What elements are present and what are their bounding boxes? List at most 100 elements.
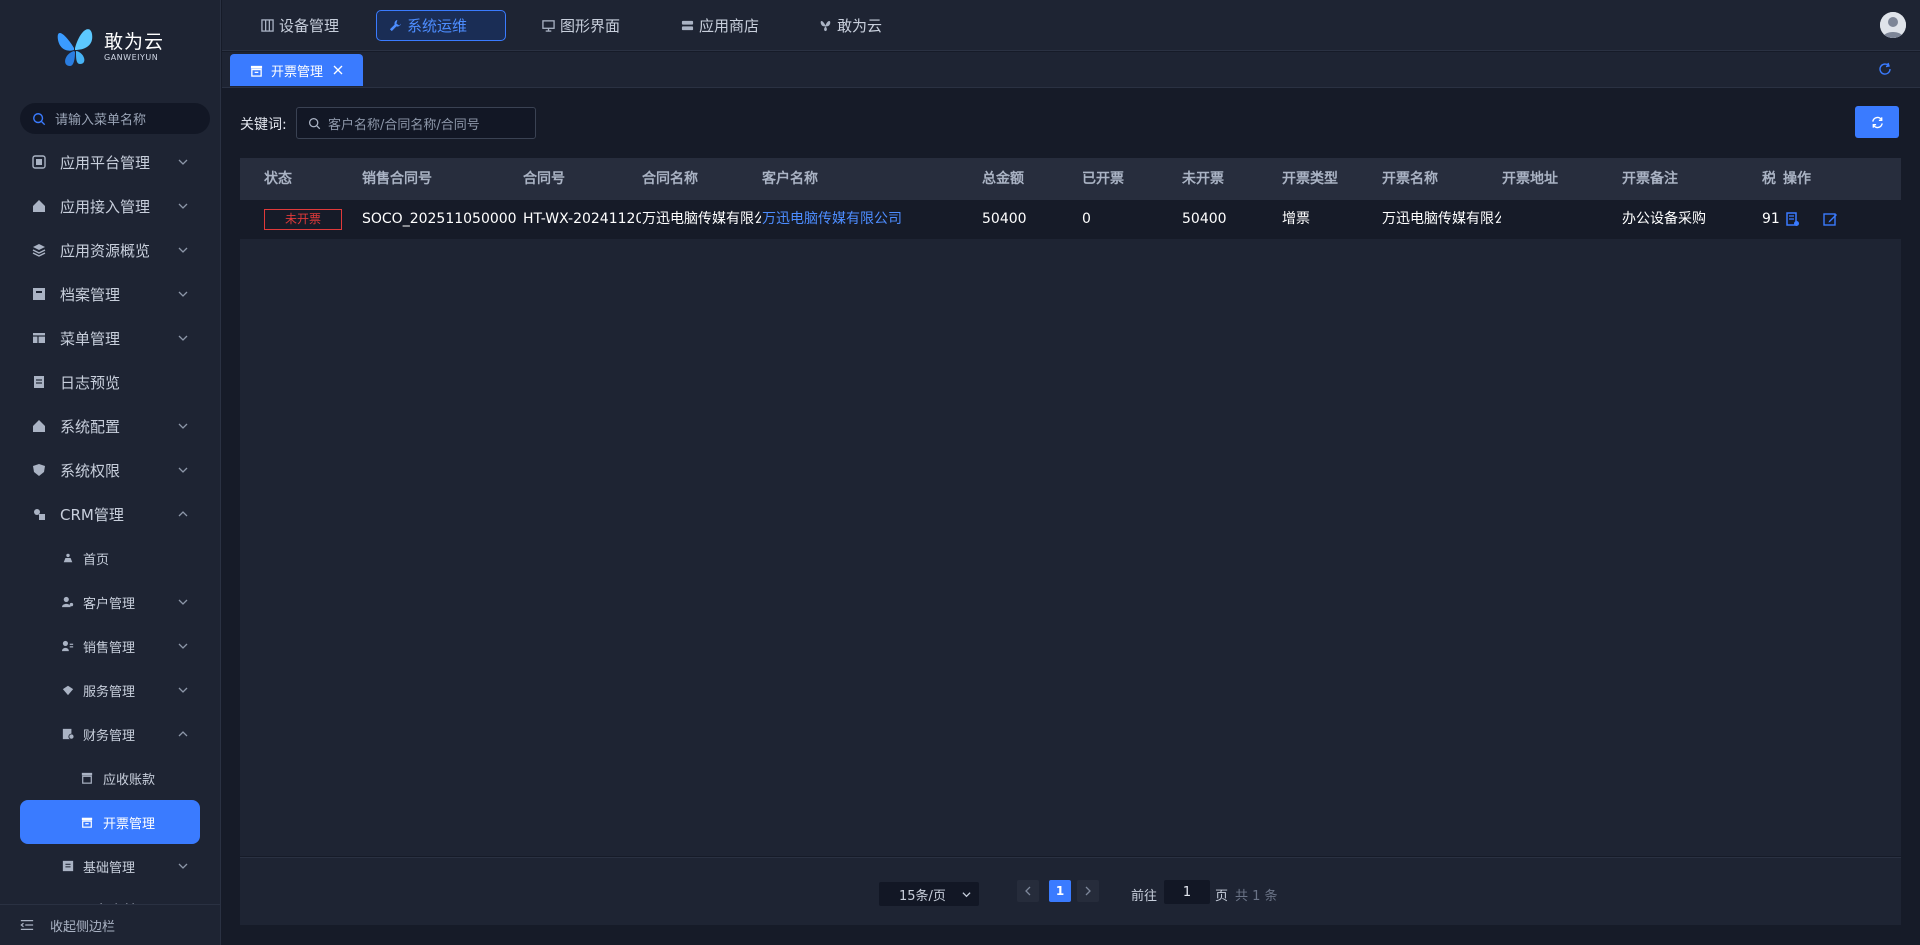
sidebar-item-crm-after1[interactable]: CRM客户管理: [0, 888, 221, 906]
sidebar-item-crm-8[interactable]: CRM管理: [0, 492, 221, 536]
service-icon: [62, 685, 74, 696]
chevron-right-icon: [1085, 886, 1091, 896]
sidebar-item-archive-3[interactable]: 档案管理: [0, 272, 221, 316]
col-status[interactable]: 状态: [264, 158, 292, 200]
status-badge: 未开票: [264, 209, 342, 230]
col-invoice-address[interactable]: 开票地址: [1502, 158, 1558, 200]
chevron-down-icon: [178, 159, 188, 165]
pagination: 15条/页 1 前往 1 页 共 1 条: [240, 857, 1901, 925]
chevron-down-icon: [178, 423, 188, 429]
page-number-current[interactable]: 1: [1049, 880, 1071, 902]
prev-page-button[interactable]: [1017, 880, 1039, 902]
sidebar-item-label: 应用接入管理: [60, 197, 151, 216]
invoice-icon: [81, 817, 93, 828]
sidebar-item-sales-crm2[interactable]: 销售管理: [0, 624, 221, 668]
logo[interactable]: 敢为云 GANWEIYUN: [54, 22, 174, 72]
cell-tax: 91: [1762, 211, 1780, 227]
main-content: 关键词: 客户名称/合同名称/合同号 状态 销售合同号 合同号 合同名称 客户名…: [222, 89, 1920, 945]
invoice-table: 状态 销售合同号 合同号 合同名称 客户名称 总金额 已开票 未开票 开票类型 …: [240, 158, 1901, 856]
sidebar-item-layers-2[interactable]: 应用资源概览: [0, 228, 221, 272]
col-invoice-note[interactable]: 开票备注: [1622, 158, 1678, 200]
topnav-gui[interactable]: 图形界面: [530, 10, 632, 41]
table-header: 状态 销售合同号 合同号 合同名称 客户名称 总金额 已开票 未开票 开票类型 …: [240, 158, 1901, 200]
menu-search-input[interactable]: 请输入菜单名称: [20, 103, 210, 134]
logo-subtitle: GANWEIYUN: [104, 53, 159, 62]
topnav-device[interactable]: 设备管理: [249, 10, 351, 41]
collapse-sidebar-button[interactable]: 收起侧边栏: [0, 904, 221, 945]
keyword-search-input[interactable]: 客户名称/合同名称/合同号: [296, 107, 536, 139]
topnav-ganweiyun[interactable]: 敢为云: [807, 10, 894, 41]
total-count: 共 1 条: [1235, 889, 1278, 904]
sidebar-item-basic-after0[interactable]: 基础管理: [0, 844, 221, 888]
butterfly-icon: [820, 21, 831, 32]
sidebar-item-label: 基础管理: [83, 860, 136, 876]
sidebar-item-invoice-fin1[interactable]: 开票管理: [20, 800, 200, 844]
topnav-store[interactable]: 应用商店: [669, 10, 771, 41]
cell-uninvoiced: 50400: [1182, 211, 1227, 227]
col-contract-no[interactable]: 合同号: [523, 158, 565, 200]
sidebar-item-shield-7[interactable]: 系统权限: [0, 448, 221, 492]
next-page-button[interactable]: [1077, 880, 1099, 902]
sidebar-item-label: 开票管理: [103, 816, 156, 832]
col-uninvoiced[interactable]: 未开票: [1182, 158, 1224, 200]
invoice-detail-icon[interactable]: [1785, 212, 1800, 227]
refresh-button[interactable]: [1855, 106, 1899, 138]
chevron-up-icon: [178, 731, 188, 737]
sidebar-item-table-4[interactable]: 菜单管理: [0, 316, 221, 360]
topnav-ops[interactable]: 系统运维: [376, 10, 506, 41]
topnav-ops-label: 系统运维: [407, 17, 468, 35]
chevron-down-icon: [178, 687, 188, 693]
col-tax[interactable]: 税: [1762, 158, 1776, 200]
sidebar-item-label: 菜单管理: [60, 329, 121, 348]
wrench-icon: [389, 19, 402, 32]
collapse-label: 收起侧边栏: [50, 919, 116, 935]
collapse-icon: [20, 920, 34, 930]
col-invoice-type[interactable]: 开票类型: [1282, 158, 1338, 200]
sidebar-item-label: 应用资源概览: [60, 241, 151, 260]
col-invoiced[interactable]: 已开票: [1082, 158, 1124, 200]
archive-icon: [33, 288, 45, 300]
shield-icon: [33, 464, 45, 476]
goto-suffix: 页: [1215, 889, 1229, 904]
sidebar-item-home-sub-crm0[interactable]: 首页: [0, 536, 221, 580]
sidebar-item-finance-crm4[interactable]: 财务管理: [0, 712, 221, 756]
sidebar-item-platform-0[interactable]: 应用平台管理: [0, 140, 221, 184]
keyword-label: 关键词:: [240, 117, 287, 133]
logo-title: 敢为云: [104, 31, 165, 53]
col-invoice-name[interactable]: 开票名称: [1382, 158, 1438, 200]
sidebar-item-service-crm3[interactable]: 服务管理: [0, 668, 221, 712]
table-row[interactable]: 未开票 SOCO_2025110500002 HT-WX-20241120 万迅…: [240, 200, 1901, 239]
user-icon: [62, 596, 74, 608]
sidebar-item-label: 系统权限: [60, 461, 121, 480]
cell-invoice-name: 万迅电脑传媒有限公司: [1382, 211, 1501, 227]
sidebar-item-user-crm1[interactable]: 客户管理: [0, 580, 221, 624]
refresh-icon[interactable]: [1878, 62, 1892, 76]
sidebar-item-log-5[interactable]: 日志预览: [0, 360, 221, 404]
search-icon: [33, 112, 46, 125]
sidebar-item-receivable-fin0[interactable]: 应收账款: [0, 756, 221, 800]
page-size-select[interactable]: 15条/页: [879, 882, 979, 906]
user-avatar[interactable]: [1880, 12, 1906, 38]
col-sales-contract-no[interactable]: 销售合同号: [362, 158, 432, 200]
sidebar-item-label: 财务管理: [83, 728, 136, 744]
home-icon: [33, 200, 45, 212]
chevron-down-icon: [178, 599, 188, 605]
sidebar-item-label: 应用平台管理: [60, 153, 151, 172]
cell-invoice-address: [1502, 200, 1621, 239]
col-contract-name[interactable]: 合同名称: [642, 158, 698, 200]
sidebar-item-label: CRM管理: [60, 505, 124, 524]
close-icon[interactable]: [333, 65, 343, 75]
goto-page-input[interactable]: 1: [1164, 880, 1210, 904]
sidebar-item-home-1[interactable]: 应用接入管理: [0, 184, 221, 228]
customer-name-link[interactable]: 万迅电脑传媒有限公司: [762, 200, 962, 239]
sidebar-item-home-6[interactable]: 系统配置: [0, 404, 221, 448]
chevron-down-icon: [178, 203, 188, 209]
chevron-left-icon: [1025, 886, 1031, 896]
col-customer-name[interactable]: 客户名称: [762, 158, 818, 200]
edit-icon[interactable]: [1823, 212, 1838, 227]
goto-label: 前往: [1131, 889, 1158, 904]
device-icon: [261, 19, 274, 32]
tab-invoice-management[interactable]: 开票管理: [230, 54, 363, 86]
col-total-amount[interactable]: 总金额: [982, 158, 1024, 200]
chevron-down-icon: [178, 643, 188, 649]
